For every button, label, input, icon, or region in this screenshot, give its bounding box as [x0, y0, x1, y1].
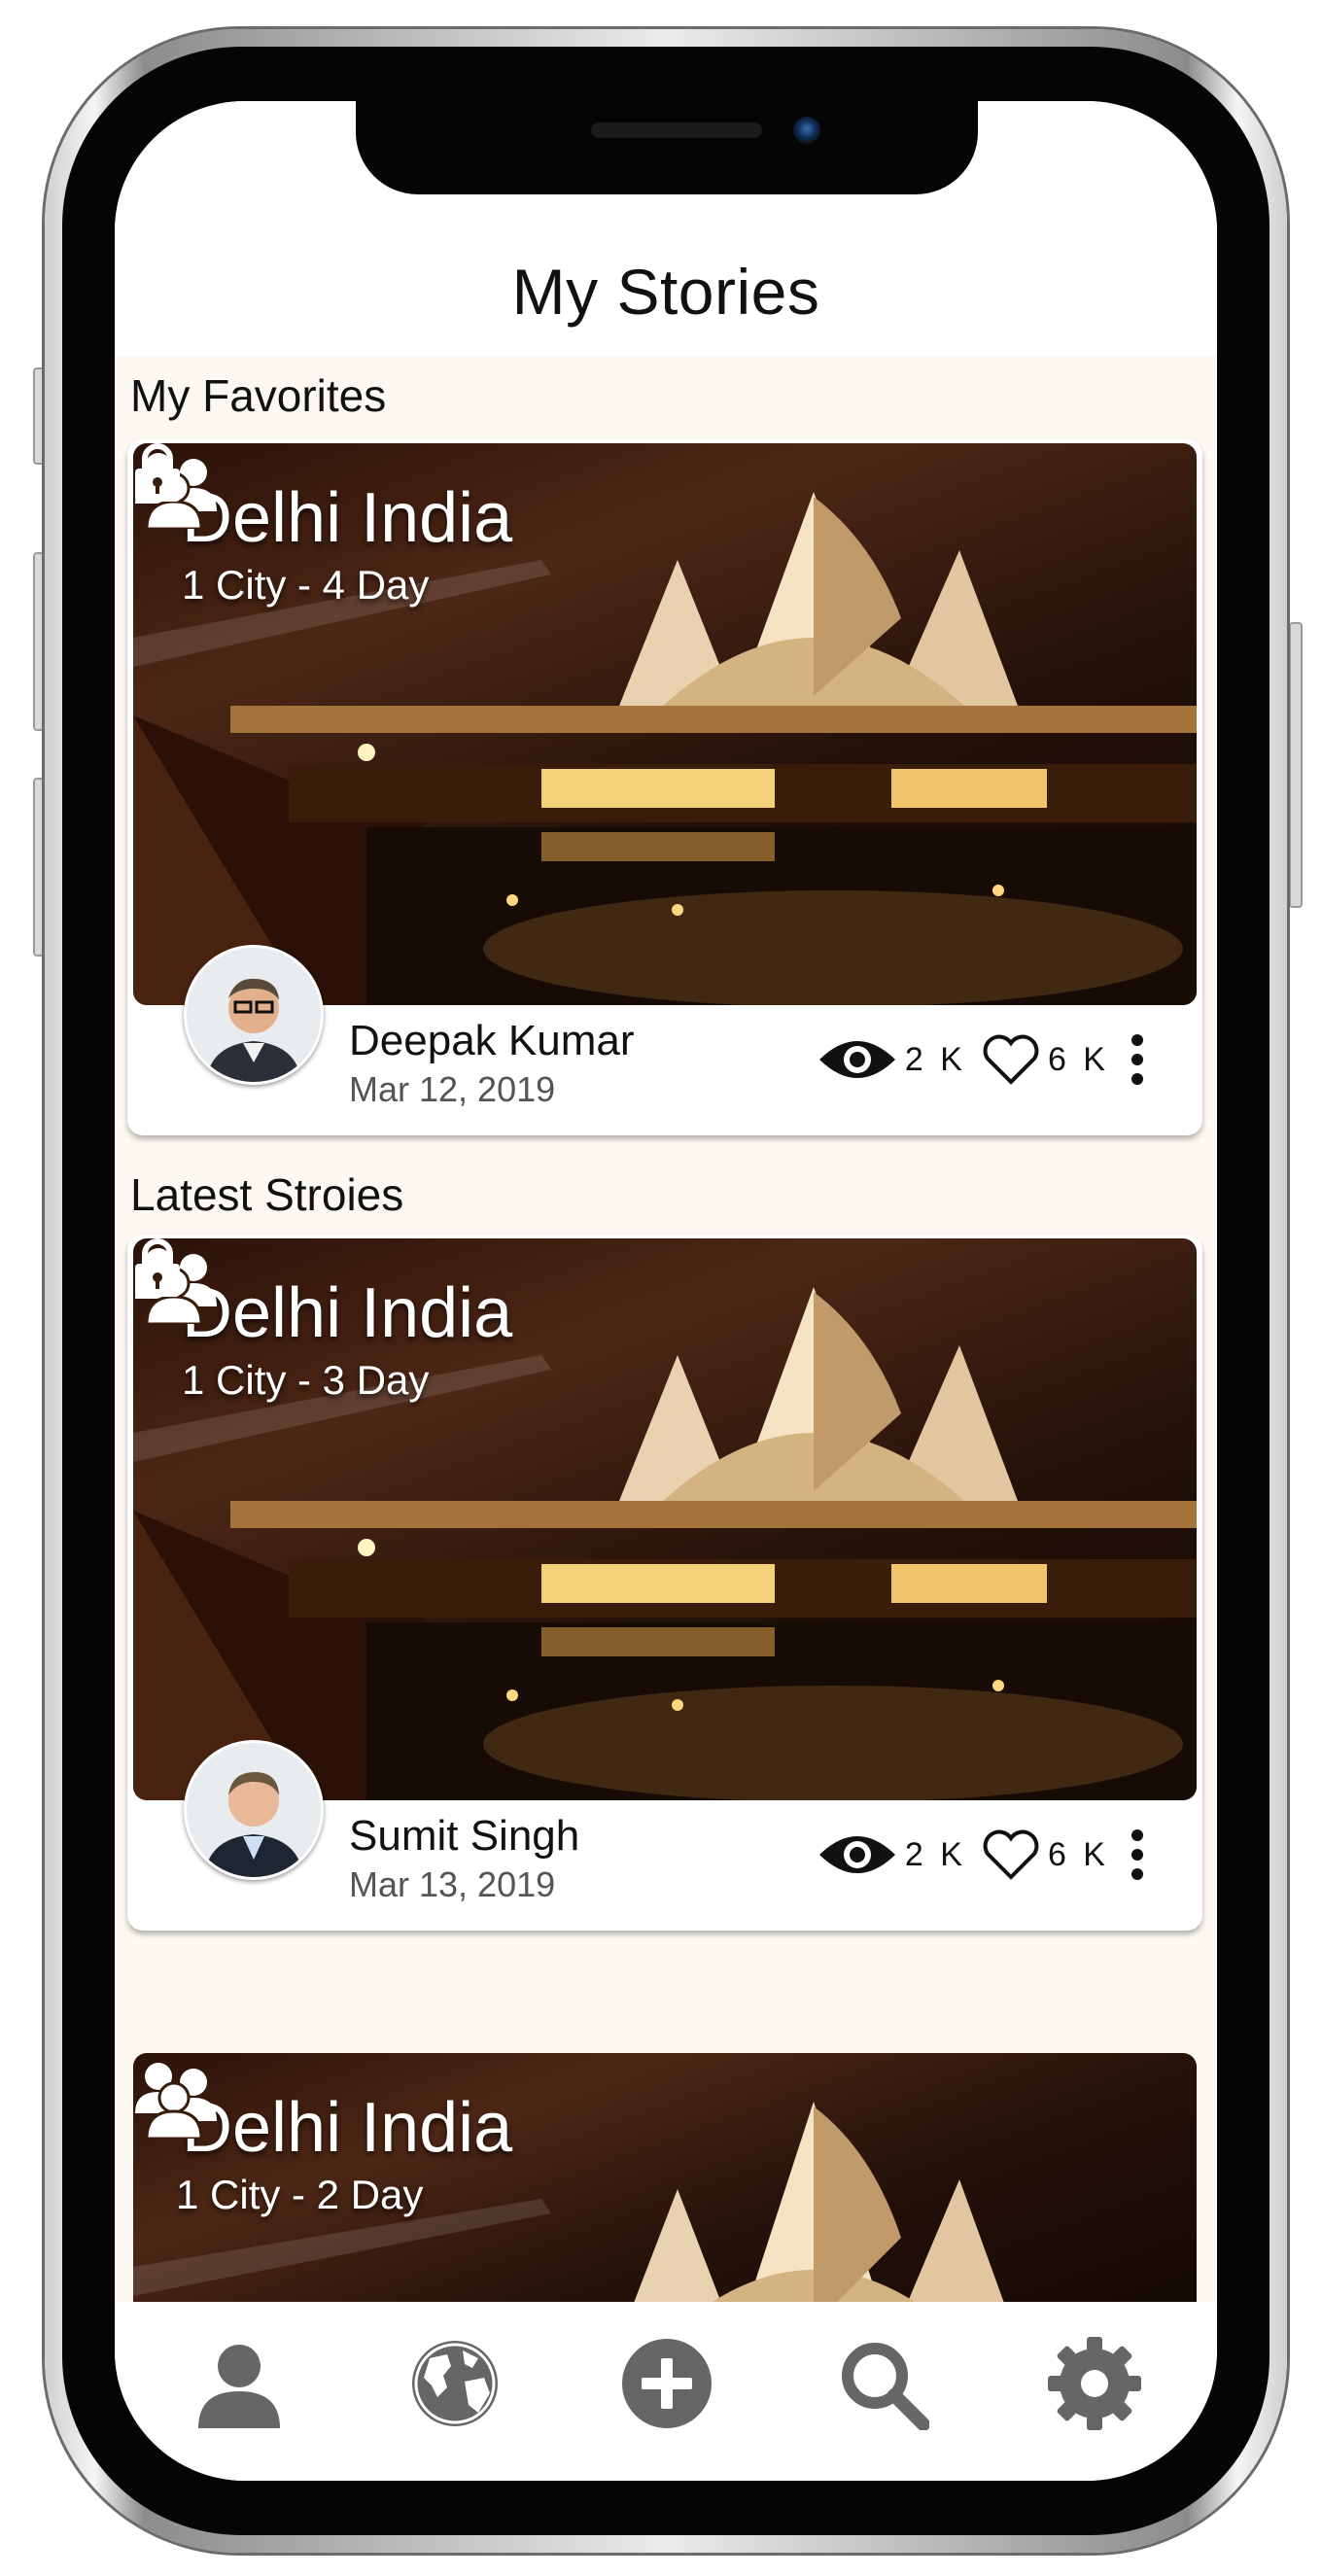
group-icon[interactable]: [133, 2053, 219, 2139]
story-stats: 2 K 6 K: [818, 1826, 1146, 1884]
story-city: Delhi India: [182, 479, 513, 557]
story-date: Mar 12, 2019: [349, 1069, 556, 1109]
story-card[interactable]: Delhi India 1 City - 3 Day Sumit Singh M…: [127, 1235, 1202, 1931]
story-duration: 1 City - 4 Day: [182, 562, 430, 608]
story-cover-image: Delhi India 1 City - 3 Day: [133, 1238, 1197, 1800]
author-name[interactable]: Deepak Kumar: [349, 1017, 634, 1065]
lock-icon: [135, 1238, 180, 1297]
story-cover-image: Delhi India 1 City - 2 Day: [133, 2053, 1197, 2341]
author-avatar[interactable]: [184, 945, 324, 1085]
bottom-navigation: [115, 2302, 1217, 2481]
profile-icon[interactable]: [192, 2337, 286, 2430]
more-options-icon[interactable]: [1129, 1033, 1146, 1086]
likes-count: 6 K: [1047, 1835, 1109, 1873]
speaker: [591, 122, 762, 138]
story-date: Mar 13, 2019: [349, 1864, 556, 1904]
heart-icon[interactable]: [982, 1828, 1040, 1881]
notch: [356, 101, 978, 194]
story-card[interactable]: Delhi India 1 City - 2 Day: [127, 2049, 1202, 2341]
eye-icon: [818, 1041, 895, 1078]
story-cover-image: Delhi India 1 City - 4 Day: [133, 443, 1197, 1005]
heart-icon[interactable]: [982, 1033, 1040, 1086]
likes-count: 6 K: [1047, 1040, 1109, 1078]
latest-section-title: Latest Stroies: [130, 1169, 404, 1220]
page-title: My Stories: [511, 256, 820, 328]
author-name[interactable]: Sumit Singh: [349, 1812, 579, 1861]
settings-icon[interactable]: [1048, 2337, 1141, 2430]
story-card[interactable]: Delhi India 1 City - 4 Day Deepak Kumar …: [127, 439, 1202, 1135]
search-icon[interactable]: [836, 2337, 929, 2430]
story-duration: 1 City - 2 Day: [176, 2172, 424, 2217]
favorites-section-title: My Favorites: [130, 370, 387, 421]
eye-icon: [818, 1836, 895, 1873]
story-city: Delhi India: [182, 1274, 513, 1352]
front-camera: [793, 117, 820, 144]
story-city: Delhi India: [182, 2089, 513, 2167]
phone-screen: My Stories My Favorites Delhi India 1 Ci…: [115, 101, 1217, 2481]
add-icon[interactable]: [620, 2337, 713, 2430]
story-duration: 1 City - 3 Day: [182, 1357, 430, 1403]
globe-icon[interactable]: [408, 2337, 502, 2430]
more-options-icon[interactable]: [1129, 1828, 1146, 1881]
author-avatar[interactable]: [184, 1740, 324, 1880]
story-stats: 2 K 6 K: [818, 1030, 1146, 1089]
lock-icon: [135, 443, 180, 502]
views-count: 2 K: [904, 1835, 966, 1873]
views-count: 2 K: [904, 1040, 966, 1078]
power-button: [1289, 622, 1303, 908]
